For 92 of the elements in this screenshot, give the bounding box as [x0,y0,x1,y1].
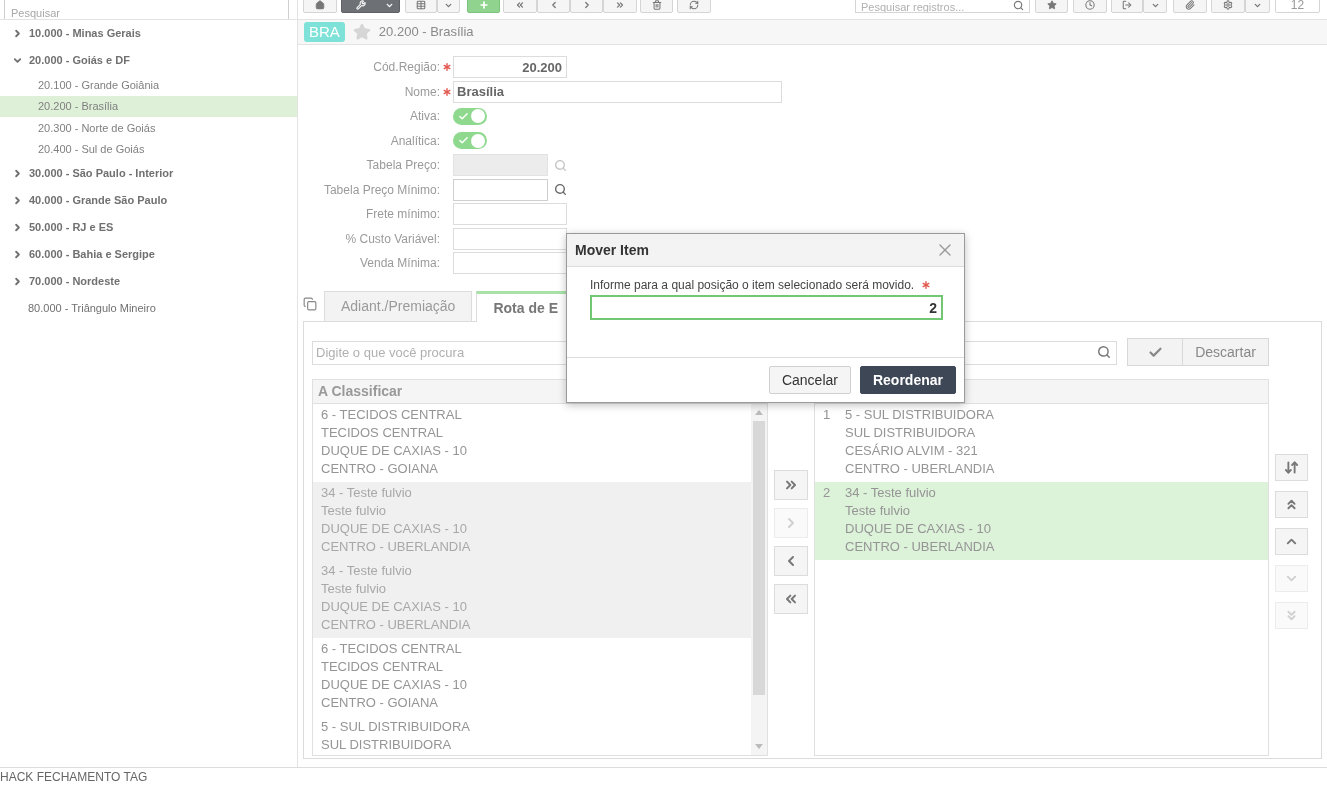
toggle-knob [471,133,485,148]
tree-item[interactable]: 80.000 - Triângulo Mineiro [0,295,297,322]
tab[interactable]: Adiant./Premiação [324,291,473,322]
chevron-right-icon[interactable] [12,276,23,287]
search-field[interactable]: Pesquisar registros... [855,0,1030,13]
check-icon [458,110,469,122]
input-field[interactable] [453,252,567,274]
tree-item[interactable]: 50.000 - RJ e ES [0,214,297,241]
field-label: Tabela Preço Mínimo: [322,181,440,199]
tree-item[interactable]: 20.200 - Brasília [0,95,297,117]
chevron-down-icon[interactable] [12,55,23,66]
copy-icon[interactable] [303,297,317,311]
tree-item[interactable]: 20.300 - Norte de Goiás [0,117,297,139]
search-icon[interactable] [554,183,567,196]
settings-icon [1223,0,1233,10]
reorder-button[interactable]: Reordenar [859,366,956,394]
search-icon [1013,0,1024,11]
table-icon [416,0,426,10]
caret-icon [1253,1,1262,10]
move-up-button[interactable] [1275,528,1308,555]
field-label: Cód.Região: [372,59,440,76]
chevron-right-icon[interactable] [12,249,23,260]
input-field[interactable]: Brasília [453,80,782,103]
caret-icon [444,1,453,10]
check-icon [458,135,469,146]
cancel-button[interactable]: Cancelar [768,366,851,394]
dialog-prompt: Informe para a qual posição o item selecionado será movido. [590,277,915,294]
paperclip-icon [1185,0,1195,10]
field-label: Tabela Preço: [365,157,440,174]
star-icon[interactable] [352,23,371,41]
input-field[interactable]: 20.200 [453,56,567,78]
move-all-left-button[interactable] [774,584,808,614]
field-label: % Custo Variável: [344,230,440,248]
field-label: Analítica: [389,132,440,150]
field-label: Ativa: [409,108,440,125]
scroll-up-icon[interactable] [755,410,763,415]
item-number: 2 [823,484,832,502]
tree-item[interactable]: 20.100 - Grande Goiânia [0,74,297,96]
double-chevron-left-icon [515,0,525,10]
clock-icon [1085,0,1095,10]
sort-button[interactable] [1275,454,1308,481]
move-all-right-button[interactable] [774,470,808,500]
item-address: 5 - SUL DISTRIBUIDORA SUL DISTRIBUIDORA CESÁRIO ALVIM - 321 CENTRO - UBERLANDIA [845,406,995,478]
chevron-right-icon[interactable] [12,222,23,233]
tree-item[interactable]: 70.000 - Nordeste [0,268,297,295]
field-label: Frete mínimo: [365,206,440,223]
move-top-button[interactable] [1275,491,1308,518]
discard-button[interactable]: Descartar [1183,338,1269,366]
field-label: Venda Mínima: [358,255,440,272]
search-field[interactable]: Pesquisar [4,0,289,19]
exit-icon [1122,0,1132,10]
toggle-switch[interactable] [453,107,487,125]
input-field[interactable] [453,203,567,225]
trash-icon [651,0,662,10]
tree-item[interactable]: 20.400 - Sul de Goiás [0,138,297,160]
toggle-switch[interactable] [453,132,487,149]
input-field[interactable] [453,178,548,201]
scrollbar[interactable] [751,404,767,755]
record-title: 20.200 - Brasília [378,23,474,42]
wrench-icon [356,0,367,10]
chevron-right-icon[interactable] [12,28,23,39]
status-text: HACK FECHAMENTO TAG [0,768,148,785]
scrollbar-thumb[interactable] [753,421,765,695]
sort-arrows-icon [1284,460,1299,475]
home-icon [315,0,325,10]
toggle-knob [471,109,485,123]
item-address: 34 - Teste fulvio Teste fulvio DUQUE DE CAXIAS - 10 CENTRO - UBERLANDIA [845,484,995,556]
tree-item[interactable]: 10.000 - Minas Gerais [0,20,297,47]
caret-icon [385,1,395,10]
record-count[interactable]: 12 [1275,0,1320,13]
tree-item[interactable]: 20.000 - Goiás e DF [0,47,297,74]
chevron-right-icon[interactable] [12,195,23,206]
double-chevron-right-icon [615,0,625,10]
position-input[interactable]: 2 [590,295,943,320]
item-number: 1 [823,406,832,424]
refresh-icon [689,0,699,10]
star-icon [1046,0,1057,10]
caret-icon [1150,1,1160,10]
chevron-right-icon[interactable] [12,168,23,179]
list-item[interactable]: 2 34 - Teste fulvio Teste fulvio DUQUE DE CAXIAS - 10 CENTRO - UBERLANDIA [815,482,1268,560]
confirm-button[interactable] [1127,338,1183,366]
input-field[interactable] [453,227,567,250]
dialog-title: Mover Item [575,240,649,260]
plus-icon [478,0,489,10]
scroll-down-icon[interactable] [755,744,763,749]
tree-item[interactable]: 40.000 - Grande São Paulo [0,187,297,214]
tree-item[interactable]: 60.000 - Bahia e Sergipe [0,241,297,268]
move-left-button[interactable] [774,546,808,576]
tree-item[interactable]: 30.000 - São Paulo - Interior [0,160,297,187]
record-badge: BRA [304,22,345,42]
search-icon [1097,345,1111,359]
field-label: Nome: [403,83,440,101]
